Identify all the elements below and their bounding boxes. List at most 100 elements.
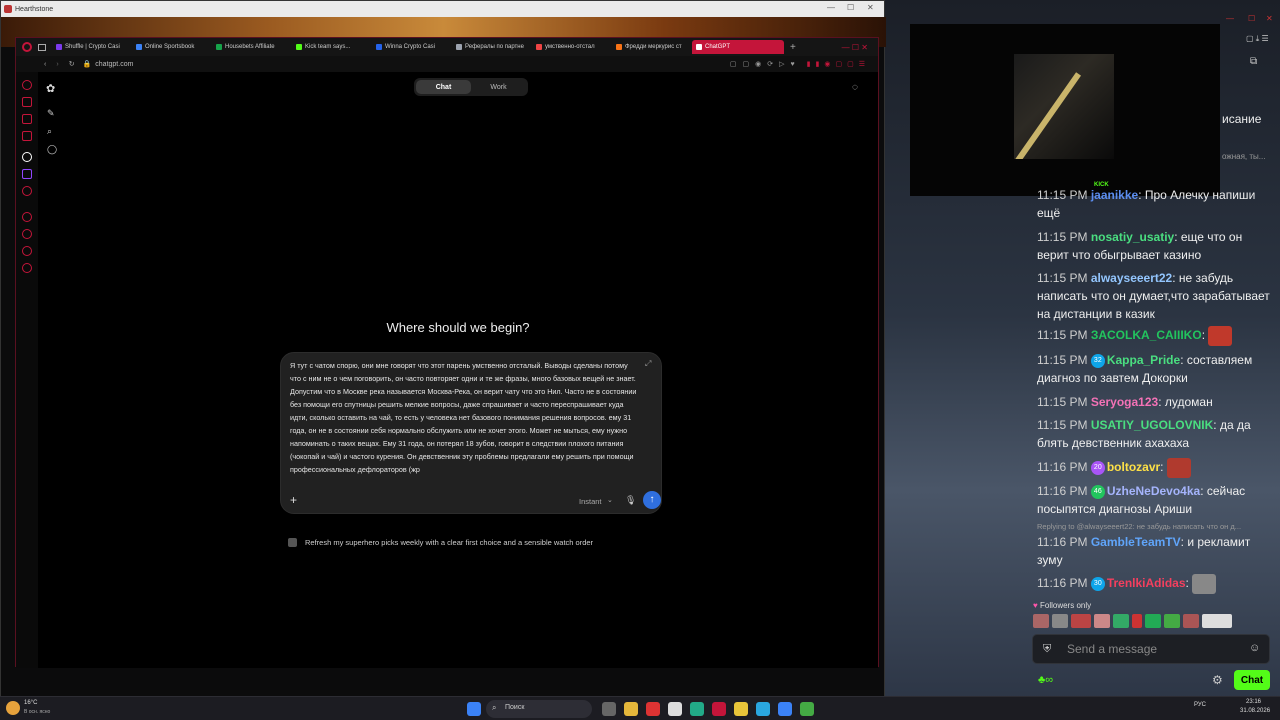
chevron-down-icon[interactable]: ⌄ bbox=[607, 496, 613, 504]
chat-username[interactable]: boltozavr bbox=[1107, 460, 1160, 474]
yandex-icon[interactable] bbox=[668, 702, 682, 716]
extension-icons[interactable]: ▮▮◉▢▢☰ bbox=[807, 60, 870, 68]
sidebar-wallet-icon[interactable] bbox=[22, 114, 32, 124]
chat-mode-button[interactable]: Chat bbox=[416, 80, 471, 94]
sidebar-aria-icon[interactable] bbox=[22, 80, 32, 90]
forward-icon[interactable]: › bbox=[56, 61, 58, 68]
reload-icon[interactable]: ↻ bbox=[69, 60, 75, 68]
close-icon[interactable]: ✕ bbox=[867, 3, 874, 12]
sidebar-messenger-icon[interactable] bbox=[22, 131, 32, 141]
search-icon[interactable]: ⌕ bbox=[47, 126, 52, 137]
emote[interactable] bbox=[1132, 614, 1142, 628]
tab-8[interactable]: ChatGPT bbox=[692, 40, 784, 54]
emote[interactable] bbox=[1202, 614, 1232, 628]
emote[interactable] bbox=[1071, 614, 1091, 628]
language-indicator[interactable]: РУС bbox=[1194, 702, 1206, 708]
sidebar-chatgpt-icon[interactable] bbox=[22, 152, 32, 162]
model-select[interactable]: Instant bbox=[579, 497, 602, 506]
chat-username[interactable]: UzheNeDevo4ka bbox=[1107, 484, 1200, 498]
back-icon[interactable]: ‹ bbox=[44, 61, 46, 68]
chat-username[interactable]: Seryoga123 bbox=[1091, 395, 1158, 409]
tab-favicon-icon bbox=[216, 44, 222, 50]
expand-icon[interactable]: ⤢ bbox=[645, 359, 651, 369]
app-icon[interactable] bbox=[646, 702, 660, 716]
webcam-overlay: KICK bbox=[910, 24, 1220, 196]
sidebar-box-icon[interactable] bbox=[22, 246, 32, 256]
library-icon[interactable]: ◯ bbox=[47, 144, 57, 155]
chat-username[interactable]: TrenlkiAdidas bbox=[1107, 576, 1186, 590]
emote[interactable] bbox=[1145, 614, 1161, 628]
window-controls-icon[interactable]: — ☐ ✕ bbox=[842, 43, 868, 52]
clock-time[interactable]: 23:16 bbox=[1246, 699, 1261, 705]
send-button[interactable]: ↑ bbox=[643, 491, 661, 509]
url-field[interactable]: chatgpt.com bbox=[95, 61, 133, 68]
tab-1[interactable]: Online Sportsbook bbox=[132, 40, 210, 54]
emote-bar bbox=[1033, 614, 1243, 630]
emote[interactable] bbox=[1183, 614, 1199, 628]
openai-logo-icon[interactable]: ✿ bbox=[46, 82, 55, 95]
chat-username[interactable]: GambleTeamTV bbox=[1091, 535, 1181, 549]
chat-username[interactable]: nosatiy_usatiy bbox=[1091, 230, 1174, 244]
weather-icon[interactable] bbox=[6, 701, 20, 715]
gear-icon[interactable]: ⚙ bbox=[1212, 673, 1223, 687]
tab-6[interactable]: умственно-отстал bbox=[532, 40, 610, 54]
composer-text[interactable]: Я тут с чатом спорю, они мне говорят что… bbox=[290, 359, 640, 476]
maximize-icon[interactable]: ☐ bbox=[847, 3, 854, 12]
emote[interactable] bbox=[1094, 614, 1110, 628]
reply-reference[interactable]: Replying to @alwayseeert22: не забудь на… bbox=[1037, 522, 1241, 531]
message-composer[interactable]: Я тут с чатом спорю, они мне говорят что… bbox=[280, 352, 662, 514]
opera-logo-icon[interactable] bbox=[22, 42, 32, 52]
emote[interactable] bbox=[1052, 614, 1068, 628]
app-icon[interactable] bbox=[734, 702, 748, 716]
close-icon[interactable]: ✕ bbox=[1266, 14, 1273, 23]
opera-icon[interactable] bbox=[712, 702, 726, 716]
tab-4[interactable]: Winna Crypto Casi bbox=[372, 40, 450, 54]
chat-username[interactable]: ЗACOLKA_CAIIIKO bbox=[1091, 328, 1202, 342]
points-icon[interactable]: ♣∞ bbox=[1038, 674, 1053, 686]
task-view-icon[interactable] bbox=[602, 702, 616, 716]
start-icon[interactable] bbox=[467, 702, 481, 716]
sidebar-settings-icon[interactable] bbox=[22, 263, 32, 273]
app-icon[interactable] bbox=[800, 702, 814, 716]
tab-menu-icon[interactable] bbox=[38, 43, 46, 51]
toolbar-icons[interactable]: ▢▢◉⟳▷♥ bbox=[730, 60, 801, 68]
chat-username[interactable]: Kappa_Pride bbox=[1107, 353, 1180, 367]
chat-username[interactable]: jaanikke bbox=[1091, 188, 1138, 202]
emoji-icon[interactable]: ☺ bbox=[1249, 642, 1260, 654]
new-chat-icon[interactable]: ✎ bbox=[47, 108, 55, 119]
emote[interactable] bbox=[1164, 614, 1180, 628]
sidebar-percent-icon[interactable] bbox=[22, 186, 32, 196]
temporary-chat-icon[interactable]: ◌ bbox=[852, 82, 858, 93]
emote[interactable] bbox=[1033, 614, 1049, 628]
app-icon[interactable] bbox=[690, 702, 704, 716]
chat-input[interactable]: ⛨ Send a message ☺ bbox=[1032, 634, 1270, 664]
telegram-icon[interactable] bbox=[756, 702, 770, 716]
minimize-icon[interactable]: — bbox=[1226, 14, 1234, 23]
chat-username[interactable]: alwayseeert22 bbox=[1091, 271, 1172, 285]
add-attachment-icon[interactable]: + bbox=[290, 493, 297, 507]
minimize-icon[interactable]: — bbox=[827, 3, 835, 12]
tab-3[interactable]: Kick team says... bbox=[292, 40, 370, 54]
clock-date[interactable]: 31.08.2026 bbox=[1240, 708, 1270, 714]
chat-username[interactable]: USATIY_UGOLOVNIK bbox=[1091, 418, 1213, 432]
maximize-icon[interactable]: ☐ bbox=[1248, 14, 1255, 23]
sidebar-stream-icon[interactable] bbox=[22, 97, 32, 107]
tab-0[interactable]: Shuffle | Crypto Casi bbox=[52, 40, 130, 54]
explorer-icon[interactable] bbox=[624, 702, 638, 716]
emote[interactable] bbox=[1113, 614, 1129, 628]
tab-5[interactable]: Рефералы по партне bbox=[452, 40, 530, 54]
tab-2[interactable]: Housebets Affiliate bbox=[212, 40, 290, 54]
sidebar-history-icon[interactable] bbox=[22, 212, 32, 222]
tab-7[interactable]: Фредди меркурис ст bbox=[612, 40, 690, 54]
sidebar-twitch-icon[interactable] bbox=[22, 169, 32, 179]
new-tab-icon[interactable]: + bbox=[790, 42, 796, 53]
work-mode-button[interactable]: Work bbox=[471, 80, 526, 94]
chat-send-button[interactable]: Chat bbox=[1234, 670, 1270, 690]
sidebar-clock-icon[interactable] bbox=[22, 229, 32, 239]
microphone-icon[interactable]: 🎙 bbox=[625, 495, 636, 506]
suggestion[interactable]: Refresh my superhero picks weekly with a… bbox=[288, 538, 593, 547]
taskbar-search[interactable]: ⌕ Поиск bbox=[486, 700, 592, 718]
app-icon[interactable] bbox=[778, 702, 792, 716]
extension-icon[interactable]: ⧉ bbox=[1250, 56, 1257, 67]
bookmark-icon[interactable]: ▢ ⤓ ☰ bbox=[1246, 34, 1269, 44]
